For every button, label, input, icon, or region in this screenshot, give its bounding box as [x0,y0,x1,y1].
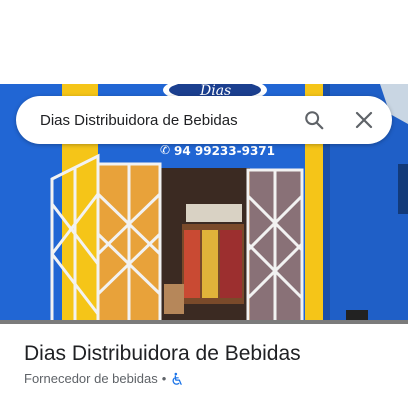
place-category: Fornecedor de bebidas [24,371,158,386]
separator-dot: • [161,371,167,386]
place-title[interactable]: Dias Distribuidora de Bebidas [24,340,394,368]
wheelchair-icon [170,372,184,386]
close-button[interactable] [344,100,384,140]
place-info: Dias Distribuidora de Bebidas Fornecedor… [24,340,394,386]
sign-phone: 94 99233-9371 [174,144,275,158]
search-input[interactable]: Dias Distribuidora de Bebidas [16,112,294,129]
sign-phone-prefix: ✆ [160,143,170,157]
search-button[interactable] [294,100,334,140]
search-icon [305,111,324,130]
place-subtitle: Fornecedor de bebidas • [24,371,394,386]
search-bar[interactable]: Dias Distribuidora de Bebidas [16,96,392,144]
close-icon [355,111,373,129]
